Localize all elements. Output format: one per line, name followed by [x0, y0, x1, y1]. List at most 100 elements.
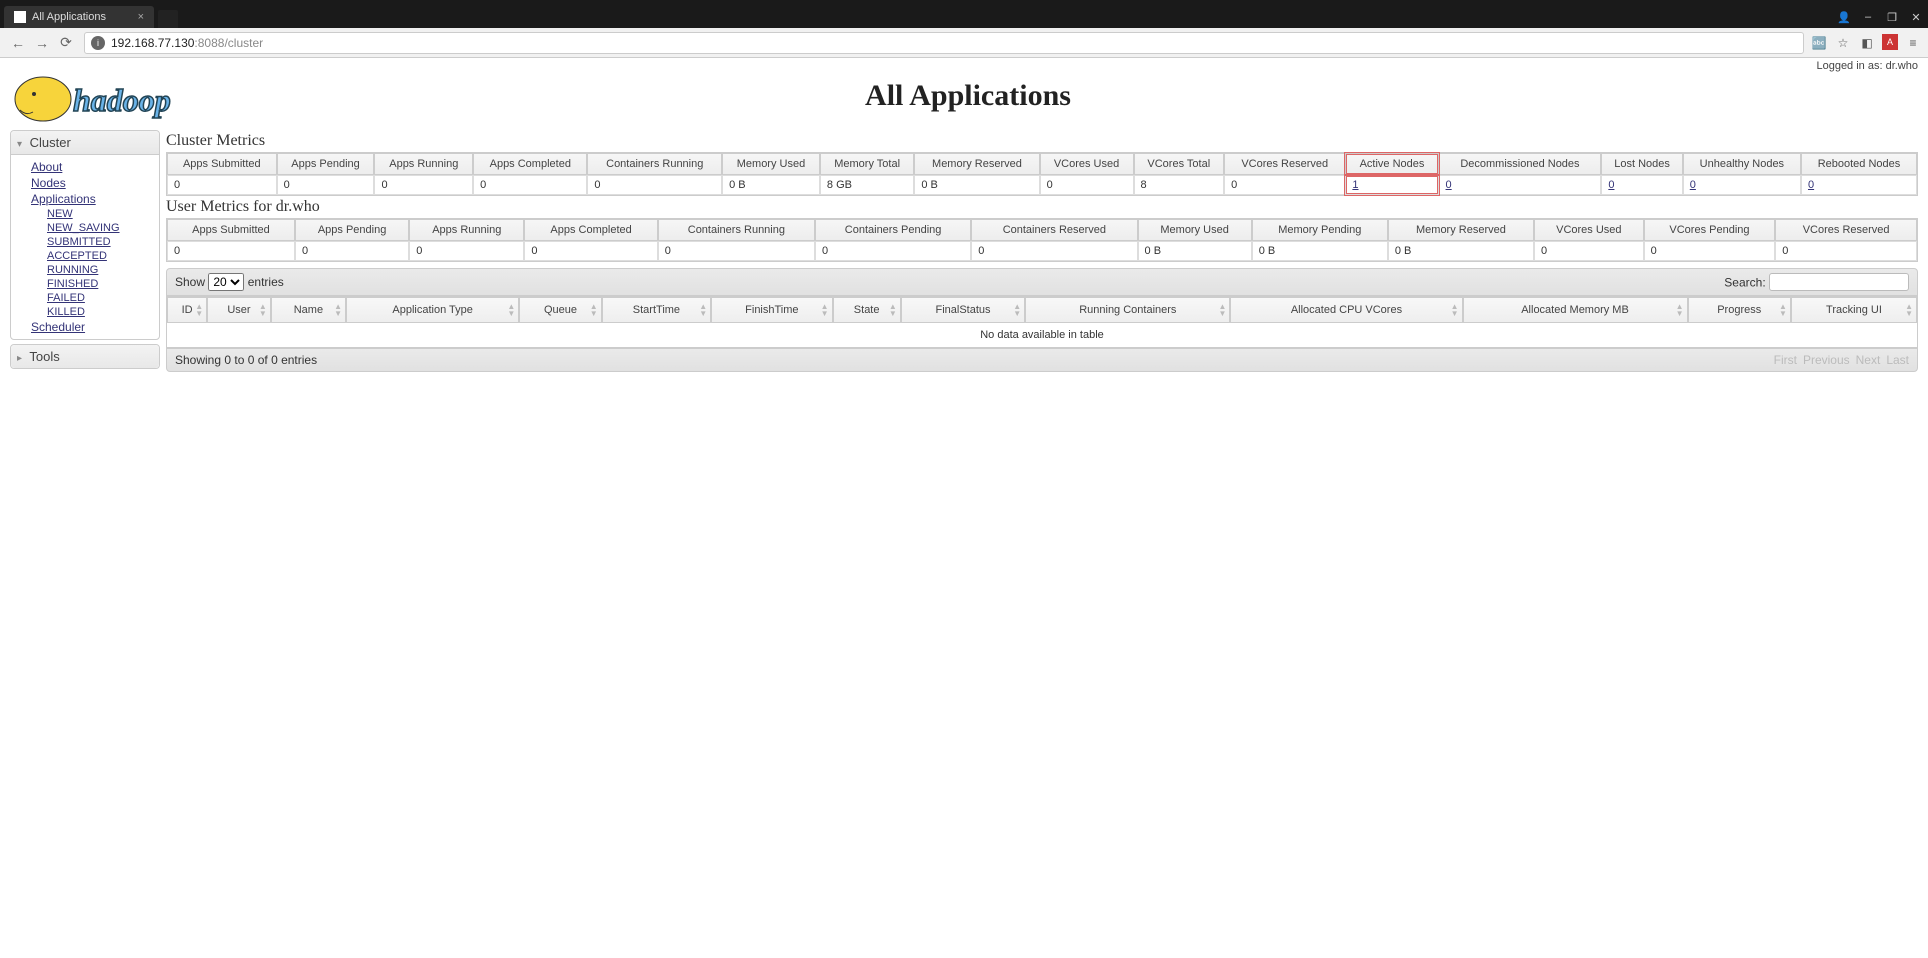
nav-link-new[interactable]: NEW — [11, 207, 159, 221]
search-input[interactable] — [1769, 273, 1909, 291]
user-icon[interactable]: 👤 — [1832, 6, 1856, 28]
translate-icon[interactable]: 🔤 — [1810, 34, 1828, 52]
page-title: All Applications — [262, 79, 1674, 113]
sort-icon: ▲▼ — [699, 303, 707, 317]
decommissioned-nodes-link[interactable]: 0 — [1446, 179, 1452, 191]
nav-link-accepted[interactable]: ACCEPTED — [11, 249, 159, 263]
page-size-select[interactable]: 20 — [208, 273, 244, 291]
td-apps-pending: 0 — [277, 175, 375, 195]
paginate-next[interactable]: Next — [1856, 353, 1881, 367]
extension-icon-3[interactable]: ≡ — [1904, 34, 1922, 52]
nav-link-new-saving[interactable]: NEW_SAVING — [11, 221, 159, 235]
th-u-memory-pending: Memory Pending — [1252, 219, 1388, 241]
sort-icon: ▲▼ — [1013, 303, 1021, 317]
th-u-containers-running: Containers Running — [658, 219, 815, 241]
td-memory-total: 8 GB — [820, 175, 914, 195]
show-label: Show — [175, 275, 205, 289]
browser-tab[interactable]: All Applications × — [4, 6, 154, 28]
th-u-memory-reserved: Memory Reserved — [1388, 219, 1534, 241]
new-tab-button[interactable] — [158, 10, 178, 28]
extension-icons: 🔤 ☆ ◧ A ≡ — [1810, 34, 1922, 52]
sort-icon: ▲▼ — [1451, 303, 1459, 317]
extension-icon-2[interactable]: A — [1882, 34, 1898, 50]
nav-link-applications[interactable]: Applications — [11, 191, 159, 207]
table-row: 0 0 0 0 0 0 B 8 GB 0 B 0 8 0 1 0 0 0 0 — [167, 175, 1917, 195]
url-bar[interactable]: i 192.168.77.130:8088/cluster — [84, 32, 1804, 54]
th-u-vcores-pending: VCores Pending — [1644, 219, 1776, 241]
paginate-previous[interactable]: Previous — [1803, 353, 1850, 367]
td-decommissioned-nodes: 0 — [1439, 175, 1602, 195]
td-u-vcores-reserved: 0 — [1775, 241, 1917, 261]
unhealthy-nodes-link[interactable]: 0 — [1690, 179, 1696, 191]
th-u-containers-reserved: Containers Reserved — [971, 219, 1137, 241]
td-memory-used: 0 B — [722, 175, 820, 195]
th-decommissioned-nodes: Decommissioned Nodes — [1439, 153, 1602, 175]
th-active-nodes: Active Nodes — [1345, 153, 1438, 175]
sort-icon: ▲▼ — [334, 303, 342, 317]
col-user[interactable]: User▲▼ — [207, 297, 271, 323]
tab-favicon — [14, 11, 26, 23]
col-app-type[interactable]: Application Type▲▼ — [346, 297, 519, 323]
window-maximize-button[interactable]: ❐ — [1880, 6, 1904, 28]
svg-text:hadoop: hadoop — [73, 82, 171, 118]
th-vcores-total: VCores Total — [1134, 153, 1225, 175]
back-button[interactable]: ← — [6, 31, 30, 55]
col-id[interactable]: ID▲▼ — [167, 297, 207, 323]
star-icon[interactable]: ☆ — [1834, 34, 1852, 52]
th-apps-completed: Apps Completed — [473, 153, 587, 175]
sort-icon: ▲▼ — [1905, 303, 1913, 317]
td-rebooted-nodes: 0 — [1801, 175, 1917, 195]
active-nodes-link[interactable]: 1 — [1352, 179, 1358, 191]
col-allocated-vcores[interactable]: Allocated CPU VCores▲▼ — [1230, 297, 1462, 323]
col-state[interactable]: State▲▼ — [833, 297, 901, 323]
nav-link-about[interactable]: About — [11, 159, 159, 175]
col-queue[interactable]: Queue▲▼ — [519, 297, 601, 323]
window-close-button[interactable]: ✕ — [1904, 6, 1928, 28]
expand-icon: ▸ — [17, 353, 22, 364]
nav-link-running[interactable]: RUNNING — [11, 263, 159, 277]
sort-icon: ▲▼ — [195, 303, 203, 317]
nav-header-cluster[interactable]: ▾ Cluster — [11, 131, 159, 155]
col-allocated-memory[interactable]: Allocated Memory MB▲▼ — [1463, 297, 1688, 323]
nav-link-submitted[interactable]: SUBMITTED — [11, 235, 159, 249]
nav-link-failed[interactable]: FAILED — [11, 291, 159, 305]
nav-link-nodes[interactable]: Nodes — [11, 175, 159, 191]
col-final-status[interactable]: FinalStatus▲▼ — [901, 297, 1025, 323]
extension-icon-1[interactable]: ◧ — [1858, 34, 1876, 52]
paginate-first[interactable]: First — [1774, 353, 1797, 367]
td-vcores-reserved: 0 — [1224, 175, 1345, 195]
user-metrics-title: User Metrics for dr.who — [166, 198, 1918, 216]
col-progress[interactable]: Progress▲▼ — [1688, 297, 1791, 323]
nav-header-tools[interactable]: ▸ Tools — [11, 345, 159, 368]
th-memory-reserved: Memory Reserved — [914, 153, 1039, 175]
forward-button[interactable]: → — [30, 31, 54, 55]
tab-close-icon[interactable]: × — [138, 11, 144, 23]
rebooted-nodes-link[interactable]: 0 — [1808, 179, 1814, 191]
td-u-vcores-pending: 0 — [1644, 241, 1776, 261]
td-u-containers-running: 0 — [658, 241, 815, 261]
lost-nodes-link[interactable]: 0 — [1608, 179, 1614, 191]
th-vcores-reserved: VCores Reserved — [1224, 153, 1345, 175]
info-icon[interactable]: i — [91, 36, 105, 50]
td-u-memory-used: 0 B — [1138, 241, 1252, 261]
col-running-containers[interactable]: Running Containers▲▼ — [1025, 297, 1230, 323]
nav-link-scheduler[interactable]: Scheduler — [11, 319, 159, 335]
td-memory-reserved: 0 B — [914, 175, 1039, 195]
col-tracking-ui[interactable]: Tracking UI▲▼ — [1791, 297, 1917, 323]
th-memory-total: Memory Total — [820, 153, 914, 175]
sort-icon: ▲▼ — [1219, 303, 1227, 317]
sort-icon: ▲▼ — [259, 303, 267, 317]
col-name[interactable]: Name▲▼ — [271, 297, 346, 323]
paginate-last[interactable]: Last — [1886, 353, 1909, 367]
nav-link-killed[interactable]: KILLED — [11, 305, 159, 319]
td-lost-nodes: 0 — [1601, 175, 1682, 195]
col-start-time[interactable]: StartTime▲▼ — [602, 297, 712, 323]
reload-button[interactable]: ⟳ — [54, 31, 78, 55]
nav-link-finished[interactable]: FINISHED — [11, 277, 159, 291]
col-finish-time[interactable]: FinishTime▲▼ — [711, 297, 832, 323]
td-u-containers-reserved: 0 — [971, 241, 1137, 261]
tab-title: All Applications — [32, 11, 106, 23]
window-minimize-button[interactable]: – — [1856, 6, 1880, 28]
td-u-apps-pending: 0 — [295, 241, 409, 261]
th-containers-running: Containers Running — [587, 153, 722, 175]
